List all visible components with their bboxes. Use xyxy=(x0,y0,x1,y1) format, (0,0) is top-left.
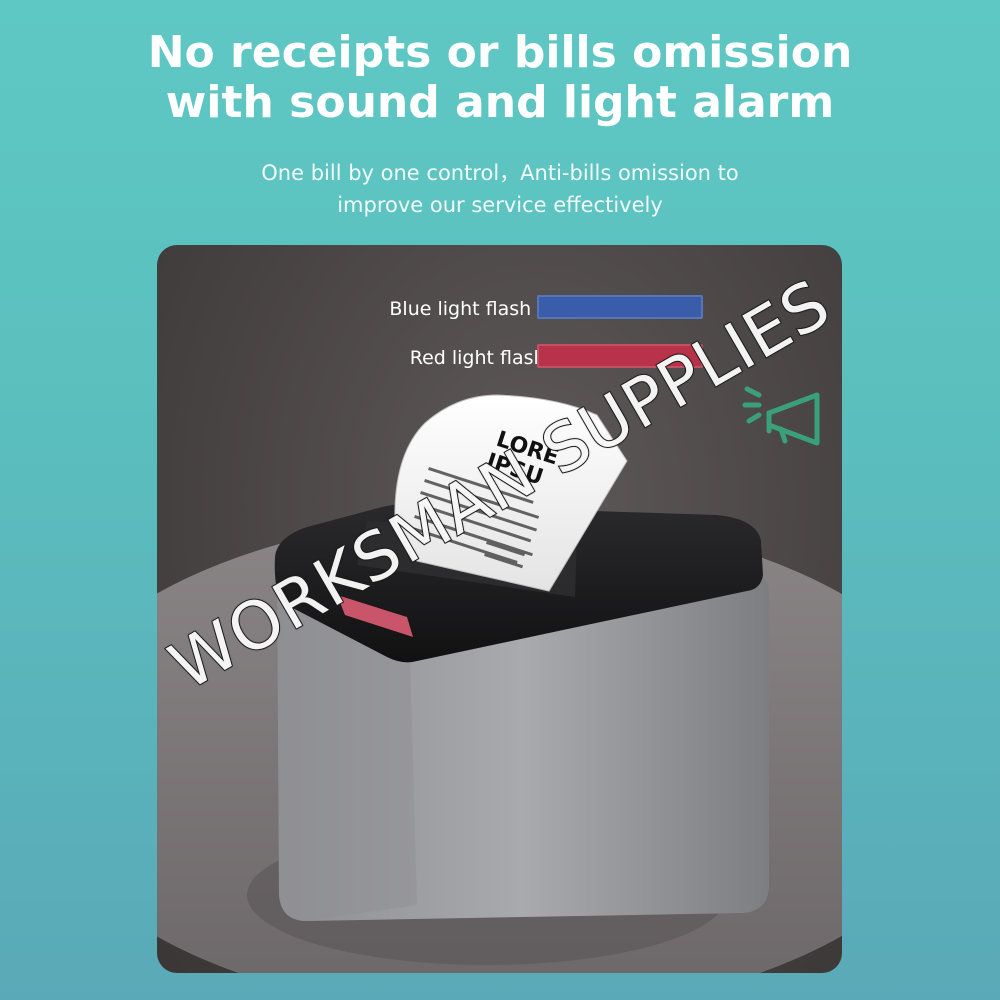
loudspeaker-icon xyxy=(742,386,820,446)
blue-light-swatch xyxy=(537,295,703,319)
subheadline: One bill by one control，Anti-bills omiss… xyxy=(0,157,1000,221)
headline-line-1: No receipts or bills omission xyxy=(147,27,853,78)
headline: No receipts or bills omission with sound… xyxy=(0,28,1000,128)
subheadline-line-2: improve our service effectively xyxy=(337,193,663,217)
headline-line-2: with sound and light alarm xyxy=(165,77,835,128)
subheadline-line-1: One bill by one control，Anti-bills omiss… xyxy=(261,161,739,185)
